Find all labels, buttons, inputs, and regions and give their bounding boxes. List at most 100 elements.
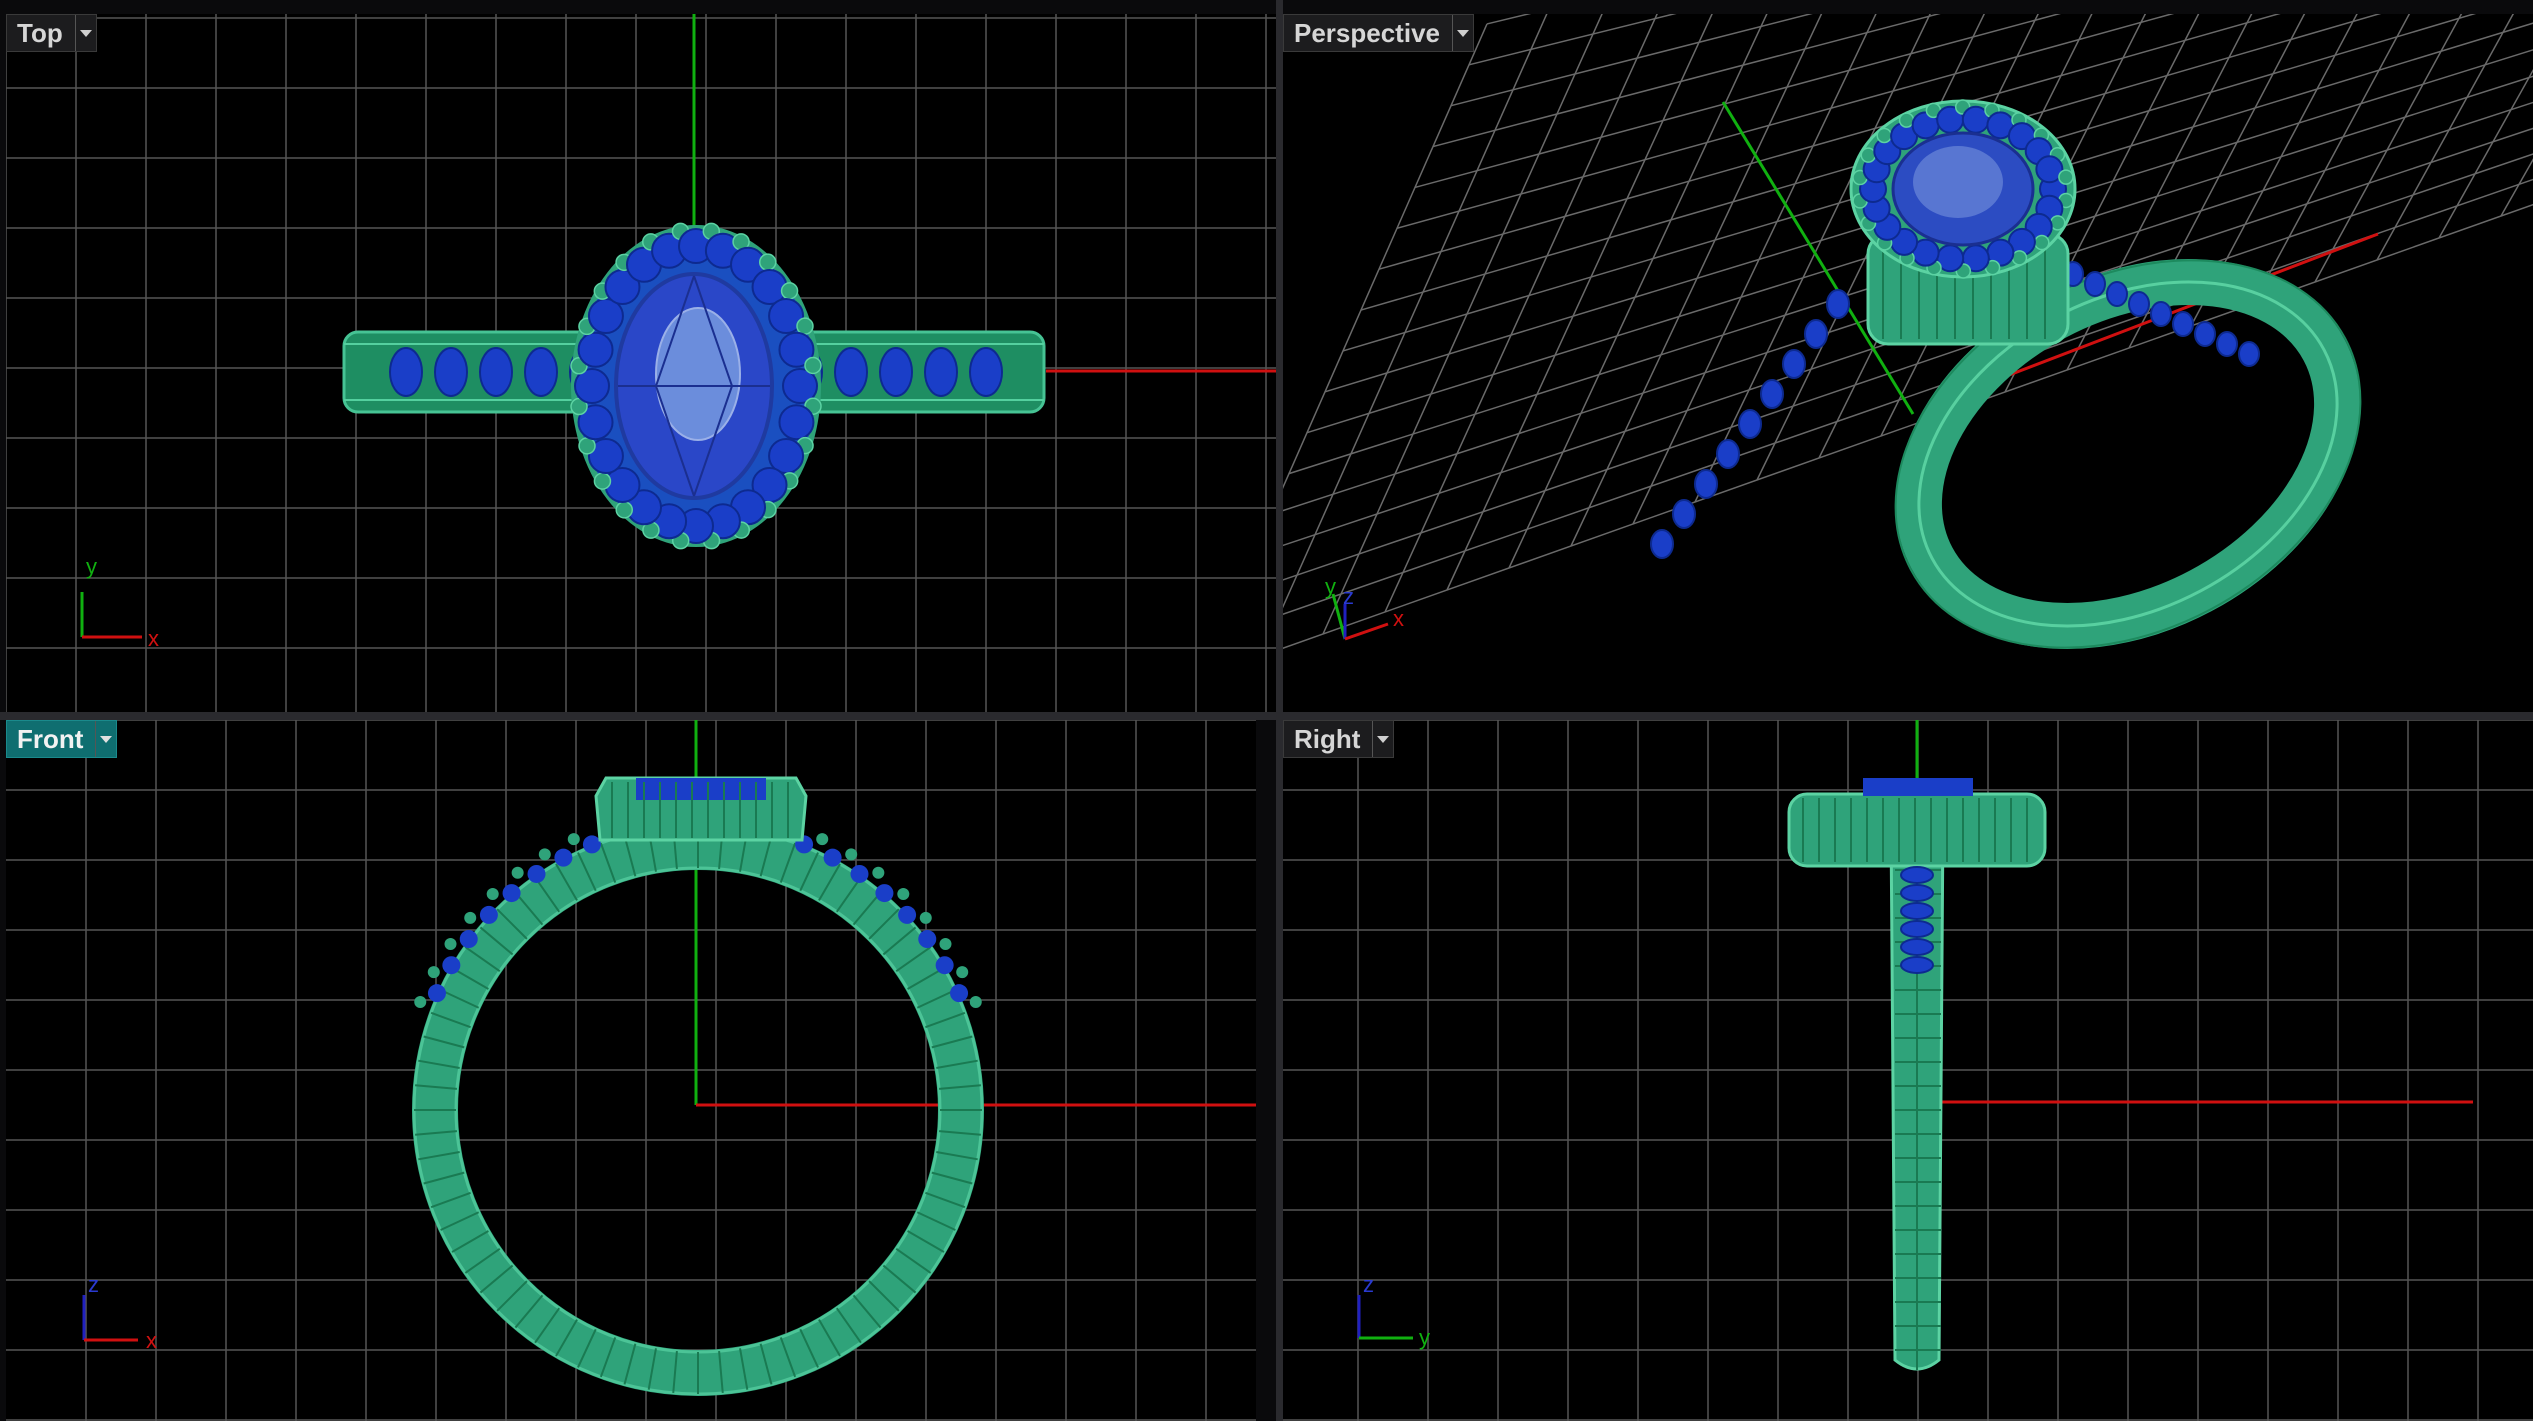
viewport-top[interactable]: Top y x — [6, 14, 1276, 712]
gemstone — [554, 848, 573, 867]
prong — [872, 866, 885, 879]
axis-label-x: x — [146, 1328, 157, 1353]
gemstone — [1900, 956, 1934, 974]
prong — [427, 966, 440, 979]
prong — [444, 938, 457, 951]
right-view-canvas[interactable]: z y — [1283, 720, 2533, 1421]
viewport-tab-right[interactable]: Right — [1283, 720, 1395, 758]
gemstone — [2216, 331, 2238, 357]
gemstone — [850, 864, 869, 883]
prong — [615, 501, 634, 519]
grid-line — [1322, 14, 1603, 635]
grid-line — [1570, 14, 1823, 547]
viewport-front[interactable]: Front z x — [6, 720, 1256, 1421]
prong — [816, 833, 829, 846]
viewport-tab-top[interactable]: Top — [6, 14, 97, 52]
prong — [956, 966, 969, 979]
viewport-divider-horizontal[interactable] — [0, 712, 2533, 720]
axis-label-x: x — [1393, 606, 1404, 631]
prong — [2058, 169, 2074, 185]
chevron-down-icon[interactable] — [74, 15, 96, 51]
viewport-right[interactable]: Right z y — [1283, 720, 2533, 1421]
grid-line — [1468, 14, 1677, 66]
axis-label-z: z — [1343, 584, 1354, 609]
prong — [845, 848, 858, 861]
prong — [939, 938, 952, 951]
gemstone — [969, 347, 1003, 397]
gemstone — [918, 930, 937, 949]
top-view-canvas[interactable]: y x — [6, 14, 1276, 712]
viewport-label-top[interactable]: Top — [7, 15, 75, 51]
prong — [2011, 250, 2028, 266]
ring-front — [412, 776, 984, 1396]
gemstone — [1760, 379, 1784, 409]
prong — [2049, 215, 2066, 231]
prong — [414, 996, 427, 1009]
halo-gemstone — [577, 331, 614, 368]
prong — [796, 317, 814, 335]
prong — [2034, 234, 2050, 251]
gemstone — [823, 848, 842, 867]
halo-gemstone — [778, 404, 815, 441]
prong — [578, 437, 596, 455]
grid-line — [2252, 14, 2411, 305]
gemstone — [1826, 289, 1850, 319]
grid-line — [1450, 14, 1813, 107]
gemstone — [935, 956, 954, 975]
gemstone — [502, 884, 521, 903]
gemstone — [2172, 311, 2194, 337]
perspective-view-canvas[interactable]: y z x — [1283, 14, 2533, 712]
axis-label-y: y — [1325, 574, 1336, 599]
gemstone — [1650, 529, 1674, 559]
chevron-down-icon[interactable] — [1372, 721, 1393, 757]
halo-top — [570, 222, 822, 550]
chevron-down-icon[interactable] — [95, 721, 116, 757]
viewport-tab-front[interactable]: Front — [6, 720, 118, 758]
prong — [897, 887, 910, 900]
gemstone — [1900, 902, 1934, 920]
viewport-label-front[interactable]: Front — [7, 721, 95, 757]
gemstone — [524, 347, 558, 397]
axis-label-x: x — [148, 626, 159, 651]
axis-label-y: y — [1419, 1325, 1430, 1350]
gemstone — [389, 347, 423, 397]
gemstone — [2106, 281, 2128, 307]
prong — [758, 253, 777, 271]
gemstone — [1900, 920, 1934, 938]
gemstone — [459, 930, 478, 949]
viewport-label-right[interactable]: Right — [1284, 721, 1372, 757]
chevron-down-icon[interactable] — [1451, 15, 1473, 51]
prong — [969, 996, 982, 1009]
prong — [464, 911, 477, 924]
gemstone — [2128, 291, 2150, 317]
gemstone — [1694, 469, 1718, 499]
gemstone — [442, 956, 461, 975]
viewport-tab-perspective[interactable]: Perspective — [1283, 14, 1474, 52]
gemstone — [2084, 271, 2106, 297]
viewport-label-perspective[interactable]: Perspective — [1284, 15, 1452, 51]
gemstone — [434, 347, 468, 397]
axis-gizmo-icon — [82, 1295, 138, 1342]
gemstone — [2194, 321, 2216, 347]
gemstone — [582, 835, 601, 854]
front-view-canvas[interactable]: z x — [6, 720, 1256, 1421]
gemstone — [479, 347, 513, 397]
ring-right — [1787, 778, 2047, 1371]
gemstone — [924, 347, 958, 397]
axis-gizmo-icon — [1357, 1295, 1413, 1340]
prong — [538, 848, 551, 861]
axis-label-z: z — [88, 1272, 99, 1297]
gemstone — [479, 905, 498, 924]
viewport-divider-vertical[interactable] — [1276, 0, 1283, 1421]
prong — [486, 887, 499, 900]
grid-line — [1384, 14, 1658, 613]
gemstone — [879, 347, 913, 397]
gemstone — [1672, 499, 1696, 529]
gemstone — [1738, 409, 1762, 439]
gemstone — [1900, 938, 1934, 956]
prong — [567, 833, 580, 846]
viewport-perspective[interactable]: Perspective y z x — [1283, 14, 2533, 712]
grid-line — [2314, 14, 2463, 283]
gemstone — [950, 984, 969, 1003]
gemstone — [1900, 866, 1934, 884]
